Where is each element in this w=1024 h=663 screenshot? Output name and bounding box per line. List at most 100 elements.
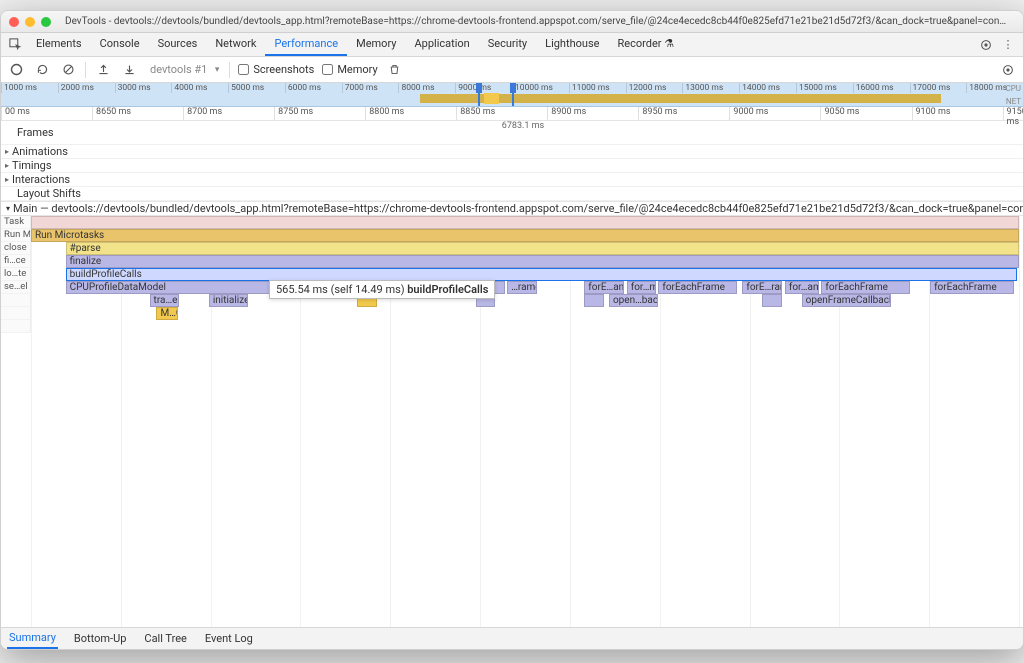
animations-track[interactable]: ▸Animations — [1, 145, 1023, 159]
overview-tick: 17000 ms — [910, 83, 967, 93]
capture-settings-icon[interactable] — [999, 61, 1017, 79]
tooltip-name: buildProfileCalls — [407, 283, 488, 296]
overview-tick: 5000 ms — [228, 83, 285, 93]
minimize-window-button[interactable] — [25, 17, 35, 27]
flame-segment[interactable]: #parse — [66, 242, 1019, 255]
tab-lighthouse[interactable]: Lighthouse — [536, 33, 608, 56]
overview-tick: 4000 ms — [171, 83, 228, 93]
main-track-label: Main — devtools://devtools/bundled/devto… — [13, 202, 1023, 215]
tab-network[interactable]: Network — [206, 33, 265, 56]
ruler-tick: 8950 ms — [638, 107, 677, 120]
flame-segment[interactable]: forEachFrame — [930, 281, 1014, 294]
flame-row-label — [1, 320, 31, 333]
clear-button[interactable] — [59, 61, 77, 79]
tooltip-timing: 565.54 ms (self 14.49 ms) — [276, 283, 405, 296]
profile-select-value: devtools #1 — [146, 61, 221, 78]
maximize-window-button[interactable] — [41, 17, 51, 27]
window-title: DevTools - devtools://devtools/bundled/d… — [57, 16, 1015, 27]
overview-tick: 10000 ms — [512, 83, 569, 93]
overview-handle-left[interactable] — [476, 83, 482, 93]
flame-row-label: Run M — [1, 229, 31, 242]
tab-elements[interactable]: Elements — [27, 33, 91, 56]
overview-tick: 2000 ms — [58, 83, 115, 93]
main-track-header[interactable]: ▾Main — devtools://devtools/bundled/devt… — [1, 202, 1023, 216]
flame-segment[interactable]: …rame — [507, 281, 537, 294]
tab-application[interactable]: Application — [405, 33, 478, 56]
flame-segment[interactable]: open…back — [609, 294, 658, 307]
tab-performance[interactable]: Performance — [265, 33, 347, 56]
ruler-tick: 9050 ms — [820, 107, 859, 120]
overview-tick: 15000 ms — [796, 83, 853, 93]
flame-segment[interactable]: finalize — [66, 255, 1019, 268]
reload-record-button[interactable] — [33, 61, 51, 79]
flame-segment[interactable]: forE…ame — [584, 281, 624, 294]
btab-summary[interactable]: Summary — [7, 628, 58, 649]
overview-tick: 8000 ms — [398, 83, 455, 93]
screenshots-checkbox[interactable]: Screenshots — [238, 63, 314, 76]
memory-label: Memory — [337, 63, 377, 76]
overview-tick: 14000 ms — [739, 83, 796, 93]
settings-icon[interactable] — [975, 34, 997, 56]
btab-call-tree[interactable]: Call Tree — [142, 629, 188, 648]
overview-net-label: NET — [1006, 97, 1021, 106]
flame-segment[interactable] — [762, 294, 782, 307]
save-profile-button[interactable] — [120, 61, 138, 79]
layout-shifts-track[interactable]: Layout Shifts — [1, 187, 1023, 201]
ruler-tick: 8800 ms — [365, 107, 404, 120]
interactions-track[interactable]: ▸Interactions — [1, 173, 1023, 187]
btab-event-log[interactable]: Event Log — [203, 629, 255, 648]
flame-segment[interactable]: forE…rame — [742, 281, 782, 294]
timeline-overview[interactable]: 1000 ms2000 ms3000 ms4000 ms5000 ms6000 … — [1, 83, 1023, 107]
flame-row-label — [1, 294, 31, 307]
flame-segment[interactable]: Run Microtasks — [31, 229, 1019, 242]
tab-security[interactable]: Security — [479, 33, 536, 56]
flame-segment[interactable] — [584, 294, 604, 307]
expand-icon: ▸ — [5, 147, 9, 156]
expand-icon: ▸ — [5, 175, 9, 184]
overview-handle-right[interactable] — [510, 83, 516, 93]
ruler-tick: 8850 ms — [456, 107, 495, 120]
tab-console[interactable]: Console — [91, 33, 149, 56]
perf-toolbar: devtools #1 Screenshots Memory — [1, 57, 1023, 83]
memory-checkbox[interactable]: Memory — [322, 63, 377, 76]
flame-lane — [31, 216, 1019, 229]
flame-segment[interactable]: tra…ee — [150, 294, 180, 307]
flame-segment[interactable]: M…C — [156, 307, 178, 320]
close-window-button[interactable] — [9, 17, 19, 27]
flame-segment[interactable] — [31, 216, 1019, 229]
btab-bottom-up[interactable]: Bottom-Up — [72, 629, 129, 648]
time-ruler[interactable]: 6783.1 ms 00 ms8650 ms8700 ms8750 ms8800… — [1, 107, 1023, 121]
overview-tick: 11000 ms — [569, 83, 626, 93]
collapse-icon: ▾ — [6, 204, 10, 213]
flame-segment[interactable]: openFrameCallback — [802, 294, 891, 307]
profile-select[interactable]: devtools #1 — [146, 63, 221, 76]
tab-memory[interactable]: Memory — [347, 33, 405, 56]
flame-lane: Run Microtasks — [31, 229, 1019, 242]
more-icon[interactable]: ⋮ — [997, 34, 1019, 56]
flame-row-label: fi…ce — [1, 255, 31, 268]
overview-tick: 3000 ms — [115, 83, 172, 93]
load-profile-button[interactable] — [94, 61, 112, 79]
screenshots-label: Screenshots — [253, 63, 314, 76]
collect-garbage-button[interactable] — [386, 61, 404, 79]
flame-lane: M…C — [31, 307, 1019, 320]
tab-recorder[interactable]: Recorder ⚗ — [608, 33, 683, 56]
record-button[interactable] — [7, 61, 25, 79]
overview-selection[interactable] — [478, 83, 514, 106]
tab-recorder-label: Recorder — [617, 37, 661, 50]
flame-segment[interactable]: for…ame — [785, 281, 820, 294]
flame-segment[interactable]: forEachFrame — [821, 281, 910, 294]
ruler-tick: 9000 ms — [729, 107, 768, 120]
flame-segment[interactable]: for…me — [627, 281, 657, 294]
flame-tooltip: 565.54 ms (self 14.49 ms) buildProfileCa… — [269, 280, 495, 299]
timings-track[interactable]: ▸Timings — [1, 159, 1023, 173]
flame-chart[interactable]: TaskRun Mclosefi…celo…tese…el 565.54 ms … — [1, 216, 1023, 627]
tab-sources[interactable]: Sources — [149, 33, 207, 56]
flame-segment[interactable]: buildProfileCalls — [66, 268, 1017, 281]
overview-tick: 12000 ms — [626, 83, 683, 93]
flame-segment[interactable]: forEachFrame — [658, 281, 737, 294]
ruler-tick: 00 ms — [1, 107, 30, 120]
inspect-icon[interactable] — [5, 34, 27, 56]
ruler-tick: 8650 ms — [92, 107, 131, 120]
flame-segment[interactable]: initialize — [209, 294, 249, 307]
